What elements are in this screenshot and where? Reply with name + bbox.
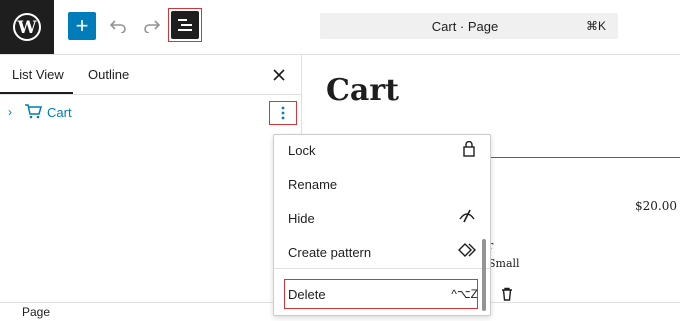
item-price: $20.00 <box>635 199 677 213</box>
list-view-button[interactable] <box>168 8 202 42</box>
list-item-cart[interactable]: › Cart <box>0 101 301 125</box>
list-view-icon <box>171 11 199 39</box>
add-block-button[interactable]: + <box>68 12 96 40</box>
menu-scrollbar[interactable] <box>482 239 486 311</box>
item-variant: Small <box>488 257 520 270</box>
document-title: Cart · Page <box>431 18 499 34</box>
list-view-panel: List View Outline › Cart <box>0 55 302 302</box>
lock-icon <box>462 140 476 160</box>
svg-text:W: W <box>16 18 37 38</box>
menu-item-create-pattern[interactable]: Create pattern <box>274 235 490 269</box>
menu-item-label: Create pattern <box>288 245 372 260</box>
wordpress-logo-icon[interactable]: W <box>0 0 54 54</box>
menu-divider <box>274 268 490 269</box>
page-title[interactable]: Cart <box>326 73 399 108</box>
cart-block-outline[interactable] <box>488 157 680 302</box>
undo-icon[interactable] <box>106 14 130 38</box>
block-options-menu: Lock Rename Hide Create pattern Delete ^… <box>273 134 491 316</box>
list-item-label: Cart <box>47 105 72 120</box>
tab-list-view[interactable]: List View <box>12 55 64 94</box>
active-tab-indicator <box>0 92 73 94</box>
pattern-icon <box>458 243 476 260</box>
trash-icon[interactable] <box>500 287 514 302</box>
cart-icon <box>24 103 42 122</box>
command-shortcut: ⌘K <box>585 19 606 33</box>
menu-item-lock[interactable]: Lock <box>274 135 490 167</box>
chevron-right-icon[interactable]: › <box>8 105 12 119</box>
menu-item-rename[interactable]: Rename <box>274 167 490 201</box>
tab-outline[interactable]: Outline <box>88 55 129 94</box>
command-palette-bar[interactable]: Cart · Page ⌘K <box>320 13 618 39</box>
panel-tabs: List View Outline <box>0 55 301 95</box>
redo-icon[interactable] <box>140 14 164 38</box>
breadcrumb-item-page[interactable]: Page <box>22 305 50 319</box>
menu-item-label: Hide <box>288 211 315 226</box>
top-toolbar: W + Cart · Page ⌘K <box>0 0 680 55</box>
delete-highlight <box>284 279 478 309</box>
menu-item-label: Lock <box>288 143 316 158</box>
hide-icon <box>458 209 476 226</box>
close-panel-icon[interactable] <box>269 65 289 85</box>
menu-item-hide[interactable]: Hide <box>274 201 490 235</box>
more-vertical-icon <box>281 106 285 120</box>
block-options-button[interactable] <box>269 101 297 125</box>
menu-item-label: Rename <box>288 177 338 192</box>
